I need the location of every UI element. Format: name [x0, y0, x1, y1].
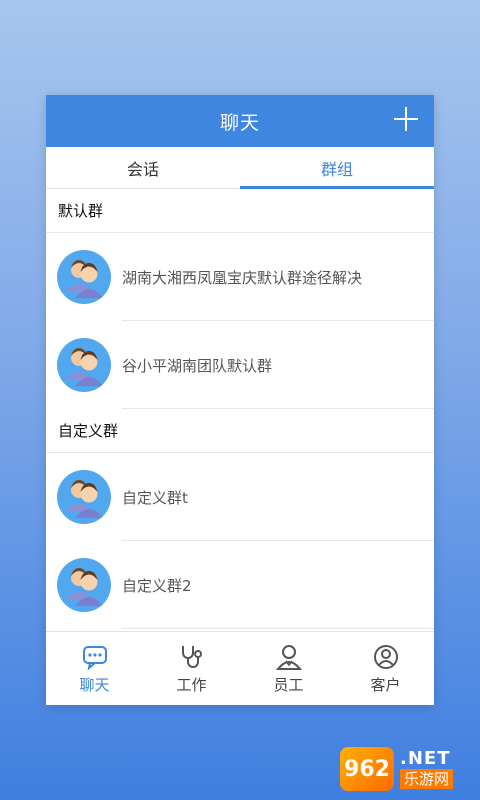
- staff-icon: [275, 644, 302, 670]
- customer-icon: [373, 644, 398, 669]
- page-title: 聊天: [219, 111, 260, 134]
- group-name: 湖南大湘西凤凰宝庆默认群途径解决: [122, 268, 363, 287]
- list-item[interactable]: 湖南大湘西凤凰宝庆默认群途径解决: [46, 233, 434, 321]
- group-name: 自定义群t: [122, 488, 188, 507]
- nav-label: 工作: [176, 675, 207, 694]
- nav-customer[interactable]: 客户: [337, 632, 434, 705]
- list-item[interactable]: 自定义群2: [46, 541, 434, 629]
- list-item[interactable]: 自定义群t: [46, 453, 434, 541]
- section-title-custom-groups: 自定义群: [46, 409, 434, 453]
- tab-groups[interactable]: 群组: [240, 147, 434, 189]
- plus-icon[interactable]: [392, 105, 420, 133]
- group-avatar-icon: [57, 250, 111, 304]
- group-name: 谷小平湖南团队默认群: [122, 356, 273, 375]
- bottom-nav: 聊天 工作 员工 客户: [46, 631, 434, 705]
- nav-label: 员工: [273, 675, 304, 694]
- list-item[interactable]: 谷小平湖南团队默认群: [46, 321, 434, 409]
- watermark-text: .NET 乐游网: [400, 748, 454, 789]
- group-name: 自定义群2: [122, 576, 192, 595]
- group-avatar-icon: [57, 470, 111, 524]
- chat-bubble-icon: [82, 645, 107, 671]
- section-title-default-groups: 默认群: [46, 189, 434, 233]
- watermark-net: .NET: [400, 748, 451, 769]
- watermark-logo: 962 .NET 乐游网: [340, 746, 472, 792]
- app-header: 聊天: [46, 95, 434, 147]
- nav-work[interactable]: 工作: [143, 632, 240, 705]
- group-avatar-icon: [57, 558, 111, 612]
- tab-conversations[interactable]: 会话: [46, 147, 240, 188]
- group-avatar-icon: [57, 338, 111, 392]
- nav-chat[interactable]: 聊天: [46, 632, 143, 705]
- tab-bar: 会话 群组: [46, 147, 434, 189]
- stethoscope-icon: [181, 645, 202, 668]
- watermark-cn: 乐游网: [400, 769, 454, 789]
- nav-label: 聊天: [79, 675, 110, 694]
- watermark-badge: 962: [340, 747, 394, 791]
- app-window: 聊天 会话 群组 默认群 湖南大湘西凤凰宝庆默认群途径解决 谷小平湖南团队默认群…: [46, 95, 434, 705]
- nav-label: 客户: [370, 675, 401, 694]
- nav-staff[interactable]: 员工: [240, 632, 337, 705]
